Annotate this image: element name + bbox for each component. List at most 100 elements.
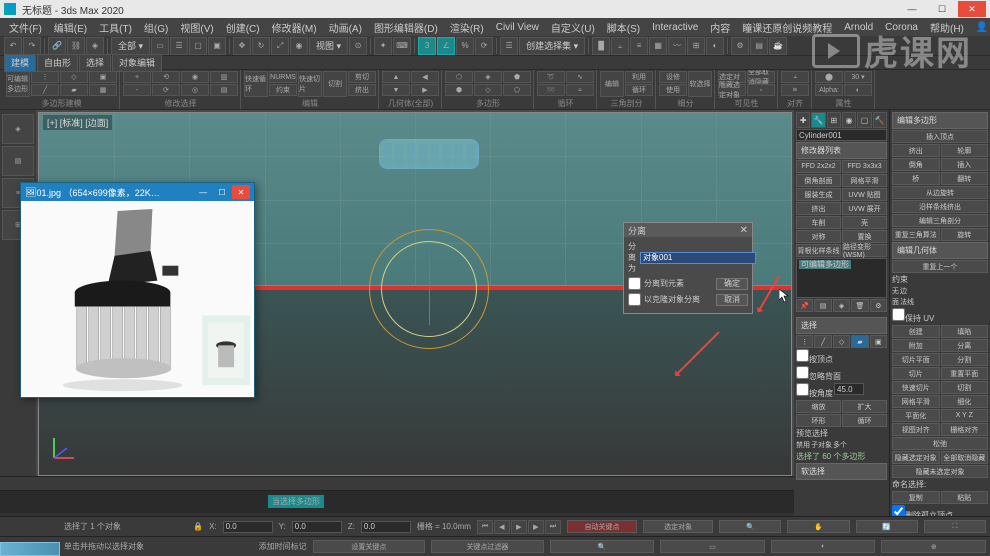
snap-button[interactable]: 3 bbox=[418, 37, 436, 55]
goto-start[interactable]: ⏮ bbox=[477, 520, 493, 534]
cut-btn2[interactable]: 切割 bbox=[941, 381, 989, 394]
polyC[interactable]: ◈ bbox=[474, 71, 502, 83]
menu-tools[interactable]: 工具(T) bbox=[94, 20, 137, 35]
subB[interactable]: 使用 bbox=[659, 84, 687, 96]
vertex-mode[interactable]: ⋮ bbox=[31, 71, 59, 83]
maximize-button[interactable]: ☐ bbox=[928, 1, 956, 17]
swiftloop-button[interactable]: 快速循环 bbox=[244, 71, 268, 97]
angle-snap-button[interactable]: ∠ bbox=[437, 37, 455, 55]
close-button[interactable]: ✕ bbox=[958, 1, 986, 17]
object-name-field[interactable] bbox=[796, 129, 887, 141]
inset-btn[interactable]: 插入 bbox=[941, 158, 989, 171]
scene-btn1[interactable]: ◈ bbox=[2, 114, 34, 144]
setkey-button[interactable]: 设置关键点 bbox=[313, 540, 426, 553]
named-sel-button[interactable]: ☰ bbox=[500, 37, 518, 55]
align-button[interactable]: ⫠ bbox=[611, 37, 629, 55]
planar-btn[interactable]: 平面化 bbox=[892, 409, 940, 422]
del-iso-check[interactable] bbox=[892, 505, 905, 516]
detach-element-check[interactable] bbox=[628, 277, 641, 290]
render-frame-button[interactable]: ▤ bbox=[750, 37, 768, 55]
mod-uvwmap[interactable]: UVW 贴图 bbox=[842, 188, 887, 201]
turn-btn[interactable]: 旋转 bbox=[941, 228, 989, 241]
retri-btn[interactable]: 重复三角算法 bbox=[892, 228, 940, 241]
edit-tri-btn[interactable]: 编辑三角剖分 bbox=[892, 214, 988, 227]
xyz-btn[interactable]: X Y Z bbox=[941, 409, 989, 422]
detach-clone-check[interactable] bbox=[628, 293, 641, 306]
mod-uvwunwrap[interactable]: UVW 展开 bbox=[842, 202, 887, 215]
stack-show[interactable]: ▤ bbox=[814, 299, 831, 312]
paint-btn[interactable]: 剪切 bbox=[348, 71, 376, 83]
ref-min-button[interactable]: — bbox=[194, 185, 212, 199]
hideB[interactable]: 隐藏选定对象 bbox=[718, 84, 746, 96]
geo3[interactable]: ◀ bbox=[411, 71, 439, 83]
tab-create[interactable]: ✚ bbox=[796, 112, 810, 128]
sel-btn4[interactable]: ▤ bbox=[210, 84, 238, 96]
time-ruler[interactable] bbox=[0, 477, 794, 491]
mod-extrude[interactable]: 挤出 bbox=[796, 202, 841, 215]
sel-btn3[interactable]: ▥ bbox=[210, 71, 238, 83]
nav-pan[interactable]: ✋ bbox=[787, 520, 849, 533]
curve-editor-button[interactable]: 〰 bbox=[668, 37, 686, 55]
polyD[interactable]: ◇ bbox=[474, 84, 502, 96]
modifier-list-header[interactable]: 修改器列表 bbox=[796, 142, 887, 159]
minimize-button[interactable]: — bbox=[898, 1, 926, 17]
time-tag-button[interactable]: 添加时间标记 bbox=[259, 541, 307, 552]
elem-mode[interactable]: ▣ bbox=[89, 71, 117, 83]
scale-button[interactable]: ⤢ bbox=[271, 37, 289, 55]
sel-poly[interactable]: ▰ bbox=[851, 335, 868, 348]
menu-arnold[interactable]: Arnold bbox=[839, 22, 878, 33]
prA[interactable]: ⬤ bbox=[815, 71, 843, 83]
hideD[interactable]: ▫ bbox=[747, 84, 775, 96]
unlink-button[interactable]: ⛓ bbox=[67, 37, 85, 55]
dialog-cancel-button[interactable]: 取消 bbox=[716, 294, 748, 306]
play-button[interactable]: ▶ bbox=[511, 520, 527, 534]
select-region-button[interactable]: ▢ bbox=[189, 37, 207, 55]
menu-tutorial[interactable]: 瞳课还原创说频教程 bbox=[737, 20, 837, 35]
percent-snap-button[interactable]: % bbox=[456, 37, 474, 55]
mod-ffd3[interactable]: FFD 3x3x3 bbox=[842, 160, 887, 173]
hinge-btn[interactable]: 从边旋转 bbox=[892, 186, 988, 199]
geo2[interactable]: ▼ bbox=[382, 84, 410, 96]
gridalign-btn[interactable]: 栅格对齐 bbox=[941, 423, 989, 436]
grow-sel[interactable]: 扩大 bbox=[842, 400, 887, 413]
loopA[interactable]: ➰ bbox=[537, 71, 565, 83]
material-button[interactable]: ◐ bbox=[706, 37, 724, 55]
link-button[interactable]: 🔗 bbox=[48, 37, 66, 55]
create-btn[interactable]: 创建 bbox=[892, 325, 940, 338]
menu-group[interactable]: 组(G) bbox=[139, 20, 173, 35]
mod-spline[interactable]: 背根化样条线 bbox=[796, 244, 841, 257]
hide-sel-btn[interactable]: 隐藏选定对象 bbox=[892, 451, 940, 464]
menu-rendering[interactable]: 渲染(R) bbox=[445, 20, 489, 35]
ref-close-button[interactable]: ✕ bbox=[232, 185, 250, 199]
full-mode[interactable]: ▦ bbox=[89, 84, 117, 96]
by-angle-check[interactable] bbox=[796, 383, 809, 396]
mirror-button[interactable]: ▐▌ bbox=[592, 37, 610, 55]
loop-sel[interactable]: 循环 bbox=[842, 414, 887, 427]
prC[interactable]: 30 ▾ bbox=[844, 71, 872, 83]
triB[interactable]: 循环 bbox=[625, 84, 653, 96]
sub-button[interactable]: 软选择 bbox=[688, 71, 712, 97]
window-crossing-button[interactable]: ▣ bbox=[208, 37, 226, 55]
tab-modify[interactable]: 🔧 bbox=[811, 112, 825, 128]
menu-edit[interactable]: 编辑(E) bbox=[49, 20, 92, 35]
mod-bevel[interactable]: 倒角剖面 bbox=[796, 174, 841, 187]
edit-geo-header[interactable]: 编辑几何体 bbox=[892, 242, 988, 259]
undo-button[interactable]: ↶ bbox=[4, 37, 22, 55]
keyboard-button[interactable]: ⌨ bbox=[393, 37, 411, 55]
keyfilter-button[interactable]: 关键点过滤器 bbox=[431, 540, 544, 553]
relax-btn[interactable]: 松弛 bbox=[892, 437, 988, 450]
extrude-btn[interactable]: 挤出 bbox=[892, 144, 940, 157]
mod-symmetry[interactable]: 对称 bbox=[796, 230, 841, 243]
menu-customize[interactable]: 自定义(U) bbox=[546, 20, 600, 35]
nurms-btn[interactable]: NURMS bbox=[269, 71, 297, 83]
tri-button[interactable]: 编辑 bbox=[600, 71, 624, 97]
selected-button[interactable]: 选定对象 bbox=[643, 520, 713, 533]
reference-image-window[interactable]: 🖼 01.jpg （654×699像素，22K… — ☐ ✕ bbox=[20, 182, 255, 398]
menu-civilview[interactable]: Civil View bbox=[491, 22, 544, 33]
menu-file[interactable]: 文件(F) bbox=[4, 20, 47, 35]
alB[interactable]: ⫢ bbox=[781, 84, 809, 96]
selection-filter[interactable]: 全部 ▾ bbox=[111, 37, 150, 55]
modifier-stack[interactable]: 可编辑多边形 bbox=[796, 258, 887, 298]
reset-plane-btn[interactable]: 重置平面 bbox=[941, 367, 989, 380]
edit-poly-header[interactable]: 编辑多边形 bbox=[892, 112, 988, 129]
